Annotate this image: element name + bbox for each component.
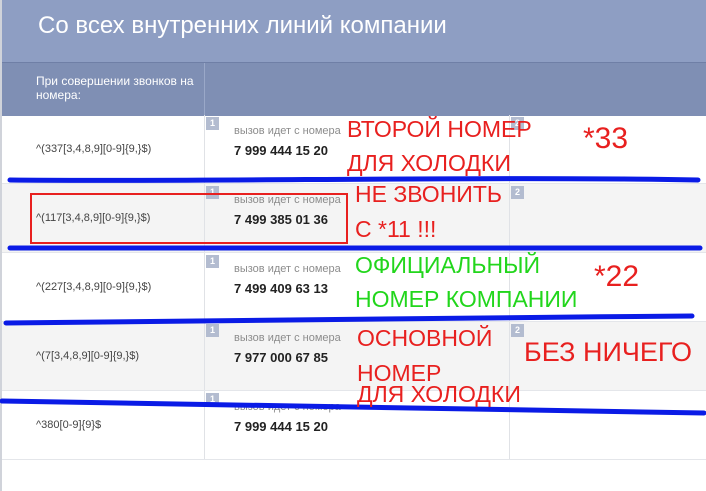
strike-line [0, 398, 706, 416]
strike-line [3, 313, 695, 326]
annotation-note: С *11 !!! [355, 216, 437, 242]
annotation-note: ОСНОВНОЙ [357, 325, 493, 351]
annotation-note: НЕ ЗВОНИТЬ [355, 181, 502, 207]
annotation-code: *33 [583, 122, 629, 155]
strike-line [7, 176, 701, 183]
annotation-note: ОФИЦИАЛЬНЫЙ [355, 252, 540, 278]
annotation-note: БЕЗ НИЧЕГО [524, 337, 692, 367]
annotation-note: ДЛЯ ХОЛОДКИ [357, 381, 521, 407]
strike-line [7, 244, 703, 252]
annotation-note: ДЛЯ ХОЛОДКИ [347, 150, 511, 176]
strike-lines [0, 176, 706, 416]
annotation-note: НОМЕР КОМПАНИИ [355, 286, 578, 312]
annotation-code: *22 [594, 260, 640, 293]
annotation-note: ВТОРОЙ НОМЕР [347, 116, 532, 142]
